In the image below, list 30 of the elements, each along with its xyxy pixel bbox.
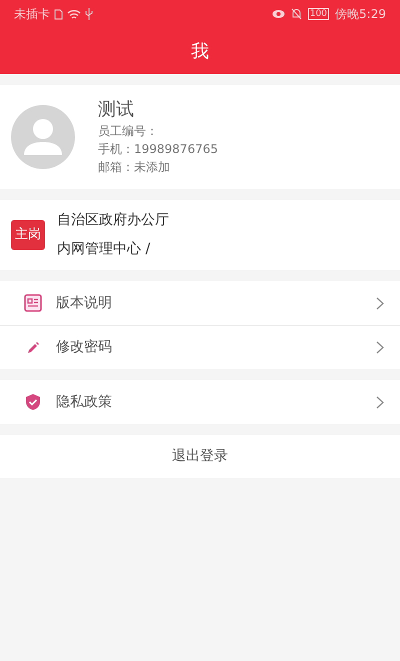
user-name: 测试: [98, 98, 135, 122]
shield-check-icon: [25, 393, 41, 411]
department-name: 内网管理中心 /: [57, 240, 152, 259]
menu-item[interactable]: 隐私政策: [0, 380, 400, 424]
menu-item[interactable]: 修改密码: [0, 325, 400, 369]
sim-icon: [54, 8, 63, 20]
chevron-right-icon: [376, 396, 384, 408]
menu-item[interactable]: 版本说明: [0, 281, 400, 325]
wifi-icon: [67, 8, 81, 20]
eye-icon: [272, 9, 285, 19]
logout-button[interactable]: 退出登录: [0, 435, 400, 478]
clock-time: 傍晚5:29: [335, 6, 386, 23]
profile-detail: 手机：19989876765: [98, 141, 218, 158]
pencil-icon: [26, 340, 40, 354]
bell-off-icon: [290, 8, 302, 20]
page-title: 我: [191, 40, 209, 64]
chevron-right-icon: [376, 341, 384, 354]
battery-level: 100: [308, 8, 330, 20]
organization-name: 自治区政府办公厅: [57, 211, 169, 230]
chevron-right-icon: [376, 296, 384, 310]
avatar-icon: [11, 105, 75, 169]
menu-label: 版本说明: [56, 294, 113, 312]
menu-label: 修改密码: [56, 338, 113, 357]
menu-label: 隐私政策: [56, 392, 113, 412]
profile-detail: 员工编号：: [98, 123, 159, 140]
usb-icon: [85, 8, 93, 20]
position-badge: 主岗: [11, 220, 45, 250]
carrier-status: 未插卡: [14, 6, 50, 23]
newspaper-icon: [24, 294, 42, 312]
profile-detail: 邮箱：未添加: [98, 159, 171, 176]
